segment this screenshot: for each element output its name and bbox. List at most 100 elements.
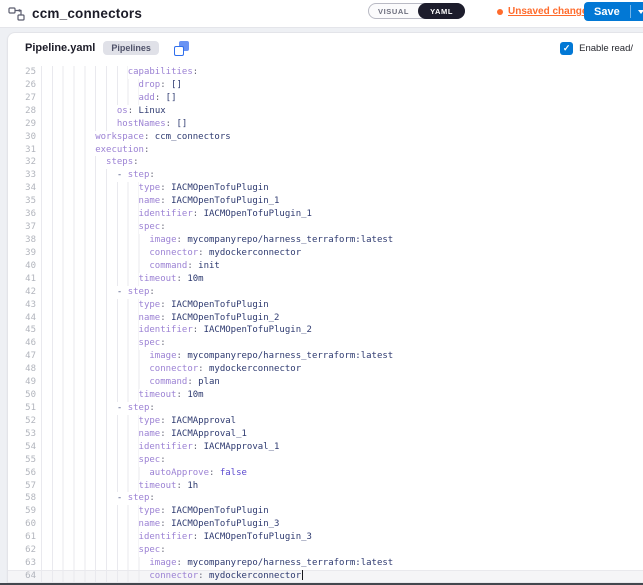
yaml-key: name — [139, 518, 161, 531]
yaml-value: mydockerconnector — [204, 363, 302, 376]
yaml-value: Linux — [133, 105, 166, 118]
yaml-value: 10m — [182, 389, 204, 402]
copy-icon[interactable] — [174, 41, 189, 56]
code-line[interactable]: 30workspace: ccm_connectors — [8, 131, 643, 144]
unsaved-changes-label[interactable]: Unsaved changes — [508, 6, 593, 17]
save-dropdown-button[interactable] — [631, 2, 643, 21]
indent-guides — [41, 79, 139, 92]
indent-guides — [41, 144, 95, 157]
indent-guides — [41, 480, 139, 493]
code-line[interactable]: 60name: IACMOpenTofuPlugin_3 — [8, 518, 643, 531]
line-number: 51 — [8, 402, 36, 415]
code-line[interactable]: 41timeout: 10m — [8, 273, 643, 286]
line-number: 54 — [8, 441, 36, 454]
code-line[interactable]: 26drop: [] — [8, 79, 643, 92]
yaml-value: mycompanyrepo/harness_terraform:latest — [182, 350, 393, 363]
text-cursor — [302, 570, 303, 580]
pipelines-badge: Pipelines — [103, 41, 159, 55]
code-line[interactable]: 39connector: mydockerconnector — [8, 247, 643, 260]
toggle-visual-option[interactable]: VISUAL — [369, 7, 418, 16]
yaml-key: identifier — [139, 531, 193, 544]
unsaved-changes-link[interactable]: Unsaved changes — [497, 6, 593, 17]
code-line[interactable]: 42- step: — [8, 286, 643, 299]
save-button[interactable]: Save — [584, 2, 630, 21]
code-line[interactable]: 55spec: — [8, 454, 643, 467]
line-number: 43 — [8, 299, 36, 312]
code-line[interactable]: 51- step: — [8, 402, 643, 415]
yaml-value: 1h — [182, 480, 198, 493]
code-line[interactable]: 52type: IACMApproval — [8, 415, 643, 428]
line-number: 37 — [8, 221, 36, 234]
code-line[interactable]: 37spec: — [8, 221, 643, 234]
code-line[interactable]: 58- step: — [8, 492, 643, 505]
enable-read-checkbox[interactable]: ✓ — [560, 42, 573, 55]
yaml-key: identifier — [139, 324, 193, 337]
line-number: 60 — [8, 518, 36, 531]
code-line[interactable]: 34type: IACMOpenTofuPlugin — [8, 182, 643, 195]
yaml-key: name — [139, 312, 161, 325]
indent-guides — [41, 570, 149, 583]
indent-guides — [41, 544, 139, 557]
code-line[interactable]: 33- step: — [8, 169, 643, 182]
code-line[interactable]: 43type: IACMOpenTofuPlugin — [8, 299, 643, 312]
indent-guides — [41, 260, 149, 273]
line-number: 64 — [8, 570, 36, 583]
code-line[interactable]: 62spec: — [8, 544, 643, 557]
code-line[interactable]: 28os: Linux — [8, 105, 643, 118]
code-line[interactable]: 36identifier: IACMOpenTofuPlugin_1 — [8, 208, 643, 221]
code-line[interactable]: 48connector: mydockerconnector — [8, 363, 643, 376]
yaml-value: IACMApproval_1 — [198, 441, 279, 454]
code-line[interactable]: 32steps: — [8, 156, 643, 169]
yaml-editor[interactable]: 25capabilities:26drop: []27add: []28os: … — [8, 63, 643, 585]
code-line[interactable]: 54identifier: IACMApproval_1 — [8, 441, 643, 454]
indent-guides — [41, 131, 95, 144]
code-line[interactable]: 38image: mycompanyrepo/harness_terraform… — [8, 234, 643, 247]
code-line[interactable]: 35name: IACMOpenTofuPlugin_1 — [8, 195, 643, 208]
code-line[interactable]: 40command: init — [8, 260, 643, 273]
code-line[interactable]: 64connector: mydockerconnector — [8, 570, 643, 583]
code-line[interactable]: 57timeout: 1h — [8, 480, 643, 493]
line-number: 32 — [8, 156, 36, 169]
yaml-value: plan — [193, 376, 220, 389]
yaml-key: type — [139, 505, 161, 518]
visual-yaml-toggle[interactable]: VISUAL YAML — [368, 3, 465, 19]
code-line[interactable]: 56autoApprove: false — [8, 467, 643, 480]
indent-guides — [41, 492, 117, 505]
indent-guides — [41, 299, 139, 312]
yaml-key: type — [139, 182, 161, 195]
yaml-key: step — [128, 492, 150, 505]
code-line[interactable]: 63image: mycompanyrepo/harness_terraform… — [8, 557, 643, 570]
code-line[interactable]: 50timeout: 10m — [8, 389, 643, 402]
code-line[interactable]: 27add: [] — [8, 92, 643, 105]
yaml-key: timeout — [139, 273, 177, 286]
code-line[interactable]: 44name: IACMOpenTofuPlugin_2 — [8, 312, 643, 325]
code-line[interactable]: 29hostNames: [] — [8, 118, 643, 131]
toggle-yaml-option[interactable]: YAML — [418, 3, 465, 19]
yaml-value: mycompanyrepo/harness_terraform:latest — [182, 557, 393, 570]
yaml-key: step — [128, 169, 150, 182]
yaml-list-dash: - — [117, 286, 128, 299]
code-line[interactable]: 46spec: — [8, 337, 643, 350]
yaml-value: IACMOpenTofuPlugin_2 — [198, 324, 312, 337]
code-line[interactable]: 45identifier: IACMOpenTofuPlugin_2 — [8, 324, 643, 337]
line-number: 31 — [8, 144, 36, 157]
code-line[interactable]: 59type: IACMOpenTofuPlugin — [8, 505, 643, 518]
line-number: 28 — [8, 105, 36, 118]
yaml-value: [] — [166, 79, 182, 92]
code-line[interactable]: 49command: plan — [8, 376, 643, 389]
code-line[interactable]: 31execution: — [8, 144, 643, 157]
code-line[interactable]: 25capabilities: — [8, 66, 643, 79]
save-split-button[interactable]: Save — [584, 2, 643, 21]
line-number: 47 — [8, 350, 36, 363]
yaml-key: step — [128, 286, 150, 299]
yaml-list-dash: - — [117, 492, 128, 505]
code-line[interactable]: 47image: mycompanyrepo/harness_terraform… — [8, 350, 643, 363]
line-number: 39 — [8, 247, 36, 260]
line-number: 40 — [8, 260, 36, 273]
unsaved-dot-icon — [497, 9, 503, 15]
code-line[interactable]: 61identifier: IACMOpenTofuPlugin_3 — [8, 531, 643, 544]
code-line[interactable]: 53name: IACMApproval_1 — [8, 428, 643, 441]
indent-guides — [41, 286, 117, 299]
pipeline-top-bar: ccm_connectors VISUAL YAML Unsaved chang… — [0, 0, 643, 28]
yaml-key: os — [117, 105, 128, 118]
